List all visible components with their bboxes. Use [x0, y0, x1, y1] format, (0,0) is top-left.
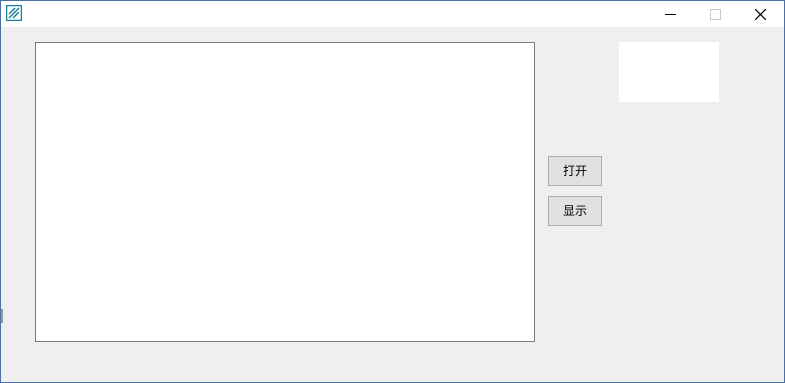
- maximize-icon: [710, 9, 721, 20]
- minimize-icon: [665, 14, 676, 15]
- maximize-button[interactable]: [693, 1, 738, 27]
- close-icon: [755, 9, 766, 20]
- app-window: 打开 显示: [0, 0, 785, 383]
- close-button[interactable]: [738, 1, 783, 27]
- minimize-button[interactable]: [648, 1, 693, 27]
- app-icon[interactable]: [5, 4, 23, 22]
- edge-mark: [1, 309, 3, 323]
- title-bar[interactable]: [1, 1, 784, 27]
- preview-box: [619, 42, 719, 102]
- open-button[interactable]: 打开: [548, 156, 602, 186]
- text-area[interactable]: [35, 42, 535, 342]
- show-button[interactable]: 显示: [548, 196, 602, 226]
